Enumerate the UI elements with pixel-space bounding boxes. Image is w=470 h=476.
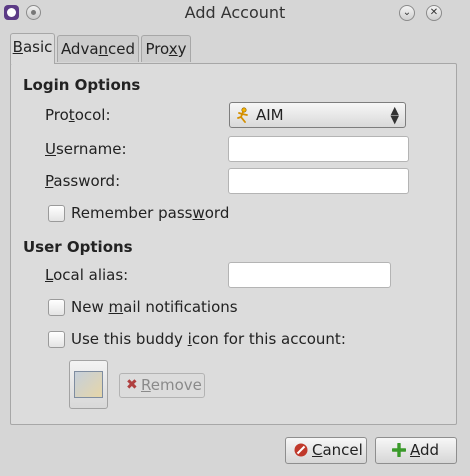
plus-icon xyxy=(392,443,406,457)
remember-password-checkbox[interactable] xyxy=(48,205,65,222)
buddy-image-icon xyxy=(74,371,103,398)
close-icon: ✕ xyxy=(429,7,439,18)
add-button[interactable]: Add xyxy=(375,437,457,464)
local-alias-label: Local alias: xyxy=(45,266,129,284)
username-input[interactable] xyxy=(228,136,409,162)
remember-password-label[interactable]: Remember password xyxy=(71,204,229,222)
close-button[interactable]: ✕ xyxy=(426,5,442,21)
cancel-icon xyxy=(294,443,308,457)
new-mail-checkbox[interactable] xyxy=(48,299,65,316)
chevron-down-icon: ⌄ xyxy=(402,7,412,18)
password-label: Password: xyxy=(45,172,121,190)
buddy-icon-checkbox[interactable] xyxy=(48,331,65,348)
tab-basic[interactable]: Basic xyxy=(10,33,55,64)
user-options-heading: User Options xyxy=(23,238,133,256)
protocol-value: AIM xyxy=(256,106,284,124)
tab-proxy[interactable]: Proxy xyxy=(141,35,191,62)
aim-running-man-icon xyxy=(237,107,248,123)
username-label: Username: xyxy=(45,140,127,158)
remove-x-icon: ✖ xyxy=(126,377,138,393)
minimize-button[interactable]: ⌄ xyxy=(399,5,415,21)
protocol-label: Protocol: xyxy=(45,106,111,124)
buddy-icon-label[interactable]: Use this buddy icon for this account: xyxy=(71,330,346,348)
local-alias-input[interactable] xyxy=(228,262,391,288)
login-options-heading: Login Options xyxy=(23,76,141,94)
remove-button[interactable]: ✖ Remove xyxy=(119,373,205,398)
tab-advanced[interactable]: Advanced xyxy=(57,35,139,62)
cancel-button[interactable]: Cancel xyxy=(285,437,367,464)
buddy-icon-button[interactable] xyxy=(69,360,108,409)
protocol-select[interactable]: AIM ▲ ▼ xyxy=(229,102,406,128)
password-input[interactable] xyxy=(228,168,409,194)
new-mail-label[interactable]: New mail notifications xyxy=(71,298,238,316)
spin-arrows-icon: ▲ ▼ xyxy=(390,104,399,126)
